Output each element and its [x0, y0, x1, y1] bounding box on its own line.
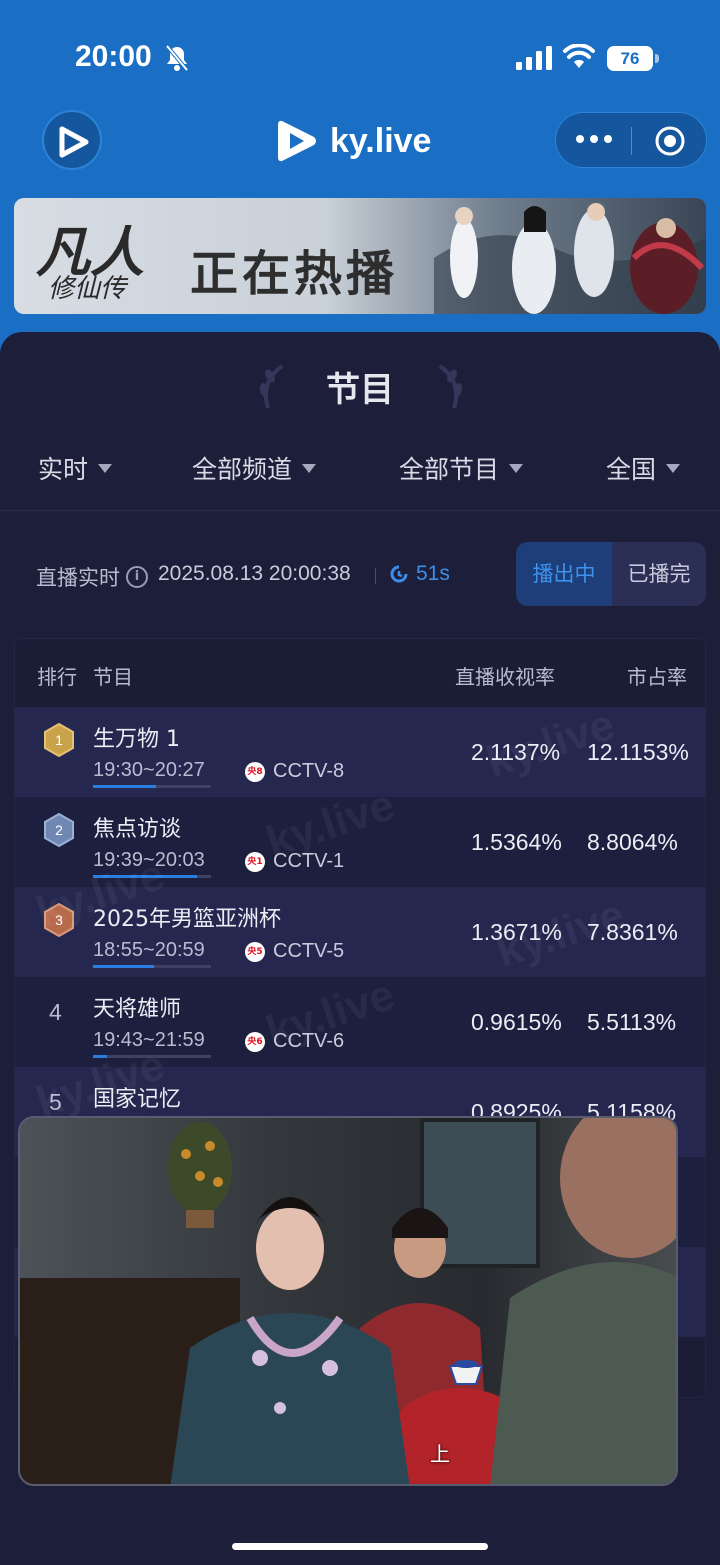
video-subtitle: 上 [430, 1442, 450, 1466]
floating-video-player[interactable]: 上 [18, 1116, 678, 1486]
promo-banner[interactable]: 凡人 修仙传 正在热播 [14, 198, 706, 314]
gold-medal-icon: 1 [44, 723, 74, 757]
live-label: 直播实时 i [36, 562, 148, 592]
filter-bar: 实时 全部频道 全部节目 全国 [0, 450, 720, 498]
divider [0, 510, 720, 511]
caret-down-icon [98, 463, 113, 473]
close-miniapp-icon[interactable] [654, 125, 686, 157]
channel-logo: 央5 [245, 942, 265, 962]
refresh-countdown[interactable]: 51s [388, 562, 450, 586]
app-logo: ky.live [276, 118, 431, 164]
filter-channel[interactable]: 全部频道 [192, 450, 317, 486]
program-name: 焦点访谈 [93, 817, 182, 842]
caret-down-icon [666, 463, 681, 473]
program-name: 生万物 1 [93, 727, 180, 752]
progress-track [93, 965, 211, 968]
table-header: 排行 节目 直播收视率 市占率 [15, 639, 705, 707]
header-rank: 排行 [37, 665, 77, 689]
filter-program[interactable]: 全部节目 [399, 450, 524, 486]
tab-finished[interactable]: 已播完 [612, 542, 706, 606]
wifi-icon [563, 44, 595, 68]
video-person-foreground [490, 1118, 676, 1484]
info-icon[interactable]: i [126, 566, 148, 588]
program-time: 19:30~20:27 [93, 759, 205, 781]
capsule-divider [631, 127, 632, 155]
progress-fill [93, 965, 155, 968]
filter-label: 全部节目 [399, 455, 500, 484]
status-bar: 20:00 76 [0, 0, 720, 110]
video-teacup [448, 1360, 484, 1385]
divider [375, 568, 376, 584]
market-share: 8.8064% [587, 829, 678, 855]
caret-down-icon [509, 463, 524, 473]
header-program: 节目 [93, 665, 133, 689]
program-time: 18:55~20:59 [93, 939, 205, 961]
banner-title: 正在热播 [190, 246, 399, 302]
refresh-icon [390, 565, 408, 583]
battery-indicator: 76 [607, 46, 653, 71]
nav-bar: ky.live [0, 110, 720, 180]
home-indicator[interactable] [232, 1543, 488, 1550]
live-status-row: 直播实时 i 2025.08.13 20:00:38 51s 播出中 已播完 [0, 542, 720, 608]
header-rating[interactable]: 直播收视率 [455, 661, 555, 690]
progress-fill [93, 785, 156, 788]
broadcast-status-toggle: 播出中 已播完 [516, 542, 706, 606]
laurel-right-icon [438, 364, 463, 409]
tab-on-air[interactable]: 播出中 [516, 542, 612, 606]
filter-label: 全部频道 [192, 455, 293, 484]
section-title: 节目 [326, 370, 394, 410]
clock: 20:00 [75, 40, 152, 73]
video-person-main [170, 1197, 410, 1484]
progress-track [93, 785, 211, 788]
miniapp-capsule [555, 112, 707, 168]
svg-text:2: 2 [55, 822, 63, 838]
live-rating: 1.5364% [471, 829, 562, 855]
bell-muted-icon [165, 44, 189, 72]
channel-logo: 央6 [245, 1032, 265, 1052]
live-label-text: 直播实时 [36, 566, 120, 590]
filter-region[interactable]: 全国 [606, 450, 681, 486]
battery-tip [655, 54, 659, 63]
kylive-logo-icon [278, 120, 316, 162]
caret-down-icon [302, 463, 317, 473]
svg-text:1: 1 [55, 732, 63, 748]
channel-logo: 央1 [245, 852, 265, 872]
filter-label: 全国 [606, 455, 657, 484]
live-rating: 0.9615% [471, 1009, 562, 1035]
filter-label: 实时 [38, 455, 89, 484]
header-share[interactable]: 市占率 [627, 661, 687, 690]
banner-calligraphy-sub: 修仙传 [48, 274, 127, 304]
refresh-seconds: 51s [416, 562, 450, 585]
logo-text: ky.live [330, 121, 432, 160]
program-name: 天将雄师 [93, 997, 182, 1022]
channel-logo: 央8 [245, 762, 265, 782]
market-share: 5.5113% [587, 1009, 677, 1035]
banner-characters-image [434, 203, 706, 314]
more-options-icon[interactable] [576, 135, 612, 143]
cellular-signal-icon [516, 46, 552, 70]
filter-time-mode[interactable]: 实时 [38, 450, 113, 486]
live-datetime: 2025.08.13 20:00:38 [158, 562, 351, 585]
play-logo-icon [59, 126, 89, 158]
channel-name: CCTV-8 [273, 760, 345, 782]
app-header: 20:00 76 ky.live 凡人 修仙传 正在热播 [0, 0, 720, 360]
channel-name: CCTV-5 [273, 940, 345, 962]
rank-number: 4 [49, 999, 62, 1025]
silver-medal-icon: 2 [44, 813, 74, 847]
app-home-button[interactable] [42, 110, 102, 170]
